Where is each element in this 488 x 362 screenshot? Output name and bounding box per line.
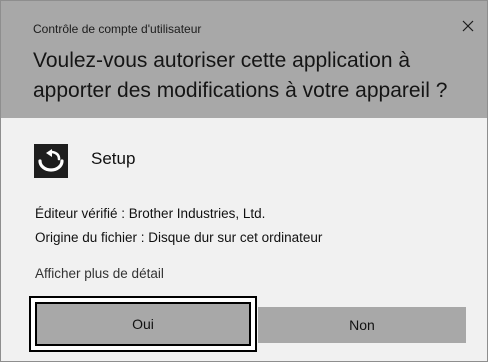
setup-icon — [34, 144, 68, 178]
close-button[interactable] — [457, 15, 479, 37]
show-more-details-link[interactable]: Afficher plus de détail — [35, 266, 164, 281]
uac-dialog: Contrôle de compte d'utilisateur Voulez-… — [0, 0, 488, 362]
yes-button[interactable]: Oui — [35, 302, 251, 346]
prompt-question: Voulez-vous autoriser cette application … — [33, 49, 448, 102]
close-icon — [462, 20, 474, 32]
no-button[interactable]: Non — [258, 307, 466, 343]
app-name: Setup — [91, 149, 136, 168]
publisher-text: Éditeur vérifié : Brother Industries, Lt… — [35, 206, 266, 221]
window-title: Contrôle de compte d'utilisateur — [33, 22, 202, 36]
dialog-header: Contrôle de compte d'utilisateur Voulez-… — [1, 1, 487, 118]
file-origin-text: Origine du fichier : Disque dur sur cet … — [35, 230, 323, 245]
